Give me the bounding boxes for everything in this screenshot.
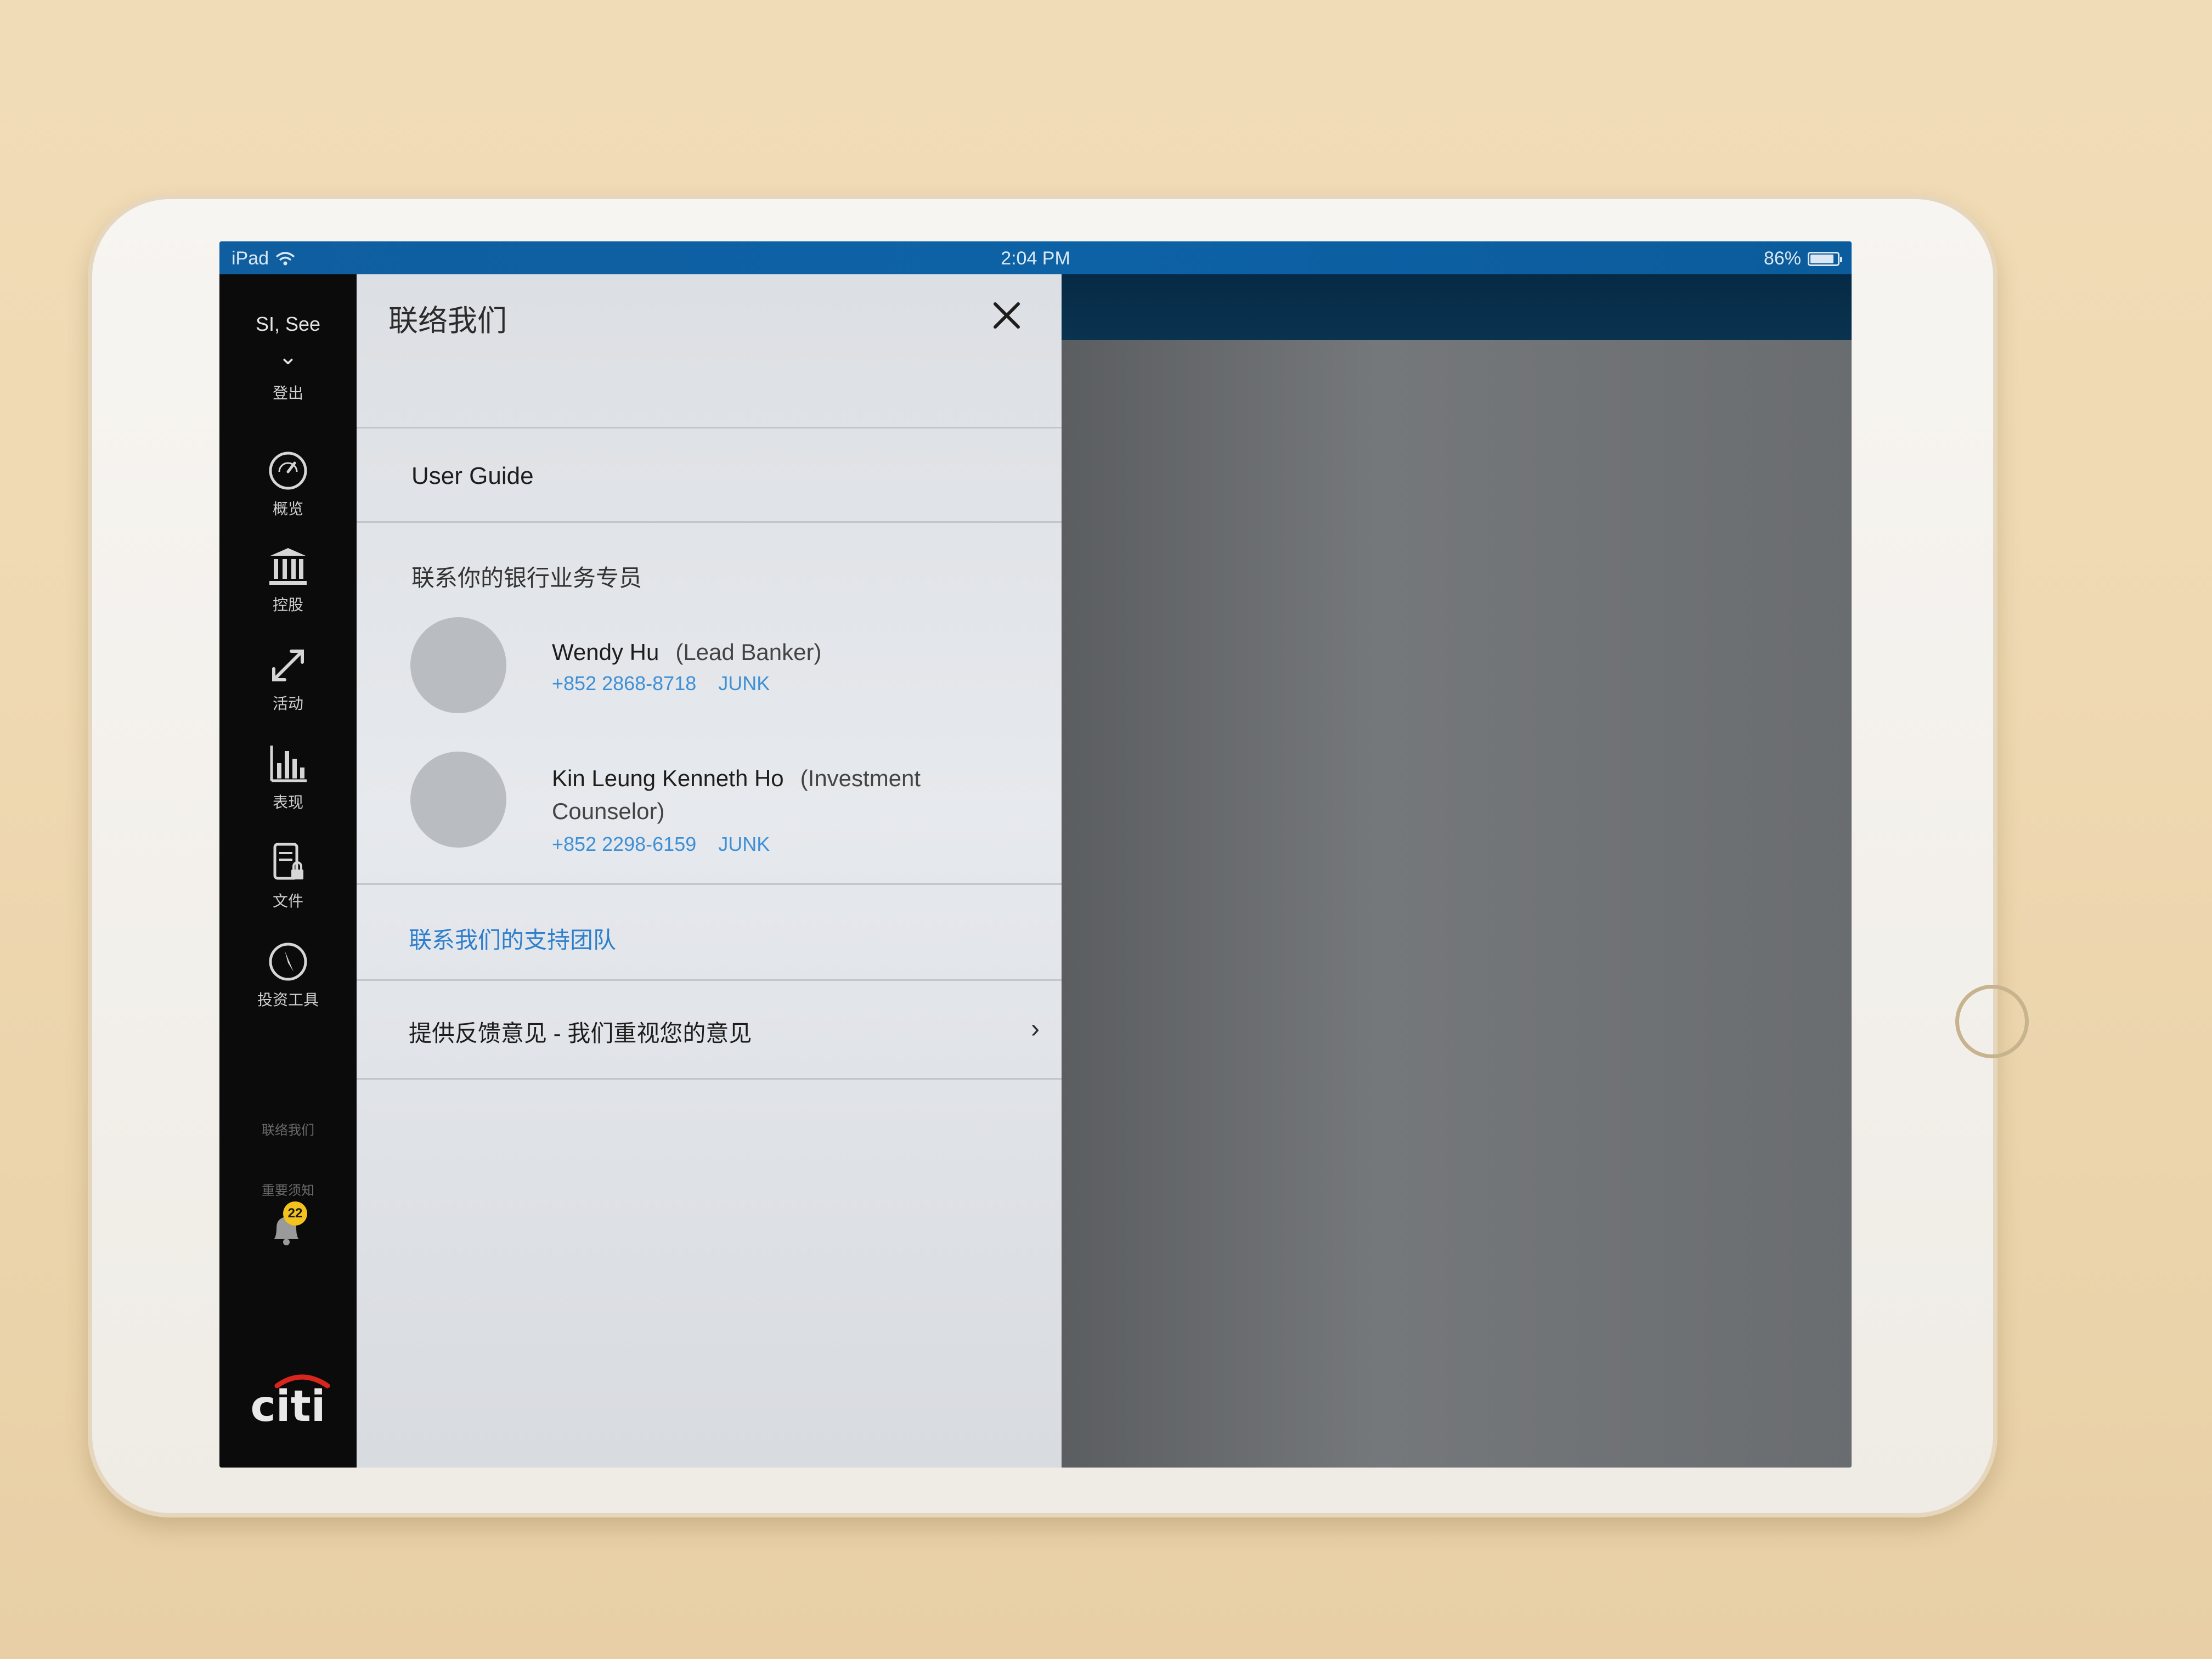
support-team-link[interactable]: 联系我们的支持团队 [409, 922, 616, 955]
sidebar-item-important-notice[interactable]: 重要须知 [219, 1180, 357, 1199]
sidebar-item-overview[interactable]: 概览 [219, 450, 357, 519]
contact-name: Wendy Hu [552, 639, 659, 665]
bar-chart-icon [270, 746, 307, 782]
sidebar-item-label: 概览 [272, 500, 303, 517]
contact-phone-link[interactable]: +852 2298-6159 [552, 833, 696, 855]
contact-role: (Investment [800, 765, 921, 791]
user-name[interactable]: SI, See [219, 313, 357, 336]
sidebar-item-investment-tools[interactable]: 投资工具 [219, 941, 357, 1010]
panel-title: 联络我们 [388, 304, 507, 337]
logout-button[interactable]: 登出 [219, 381, 357, 403]
sidebar-item-label: 投资工具 [257, 991, 319, 1008]
avatar [410, 617, 506, 713]
battery-icon [1808, 251, 1842, 266]
compass-icon [269, 943, 307, 981]
sidebar-item-holdings[interactable]: 控股 [219, 546, 357, 615]
status-time: 2:04 PM [1001, 248, 1070, 269]
sidebar-item-documents[interactable]: 文件 [219, 842, 357, 911]
divider [357, 1078, 1062, 1080]
user-guide-link[interactable]: User Guide [411, 462, 534, 490]
divider [357, 883, 1062, 885]
contact-name: Kin Leung Kenneth Ho [552, 765, 784, 791]
sidebar-item-label: 控股 [272, 596, 303, 613]
notification-badge: 22 [283, 1201, 307, 1226]
ipad-screen: iPad 2:04 PM 86% SI, See ⌄ 登出 概览 控股 活动 表… [219, 241, 1852, 1468]
feedback-label: 提供反馈意见 - 我们重视您的意见 [409, 1020, 752, 1046]
contact-tag: JUNK [718, 833, 770, 855]
contact-card: Kin Leung Kenneth Ho (Investment Counselo… [410, 752, 1041, 861]
home-button[interactable] [1955, 985, 2029, 1058]
chevron-right-icon: › [1031, 1014, 1040, 1043]
feedback-row[interactable]: 提供反馈意见 - 我们重视您的意见 › [357, 982, 1062, 1078]
divider [357, 427, 1062, 428]
gauge-icon [269, 452, 307, 490]
sidebar-item-label: 文件 [272, 893, 303, 910]
sidebar-item-performance[interactable]: 表现 [219, 743, 357, 812]
sidebar: SI, See ⌄ 登出 概览 控股 活动 表现 文件 投资工具 联络我们 重要… [219, 274, 357, 1468]
main-header [1062, 274, 1852, 340]
divider [357, 521, 1062, 523]
document-lock-icon [273, 843, 303, 880]
bank-icon [269, 548, 307, 585]
sidebar-item-label: 活动 [272, 695, 303, 712]
close-icon[interactable] [988, 296, 1026, 335]
sidebar-item-contact-us[interactable]: 联络我们 [219, 1119, 357, 1138]
divider [357, 979, 1062, 981]
main-content-overlay[interactable] [1062, 274, 1852, 1468]
sidebar-item-label: 表现 [272, 794, 303, 811]
contact-role-continued: Counselor) [552, 798, 665, 824]
contact-role: (Lead Banker) [675, 639, 822, 665]
contact-phone-link[interactable]: +852 2868-8718 [552, 672, 696, 695]
contact-heading: 联系你的银行业务专员 [411, 565, 642, 591]
contact-tag: JUNK [718, 672, 770, 695]
contact-card: Wendy Hu (Lead Banker) +852 2868-8718 JUNK [410, 617, 1041, 716]
citi-logo: citi [251, 1374, 330, 1426]
chevron-down-icon[interactable]: ⌄ [219, 343, 357, 370]
svg-text:citi: citi [251, 1382, 326, 1426]
avatar [410, 752, 506, 848]
contact-panel: 联络我们 User Guide 联系你的银行业务专员 Wendy Hu (Lead… [357, 274, 1062, 1468]
arrows-icon [272, 650, 304, 681]
battery-percent: 86% [1763, 248, 1801, 269]
sidebar-item-activity[interactable]: 活动 [219, 645, 357, 714]
status-bar: iPad 2:04 PM 86% [219, 241, 1852, 274]
